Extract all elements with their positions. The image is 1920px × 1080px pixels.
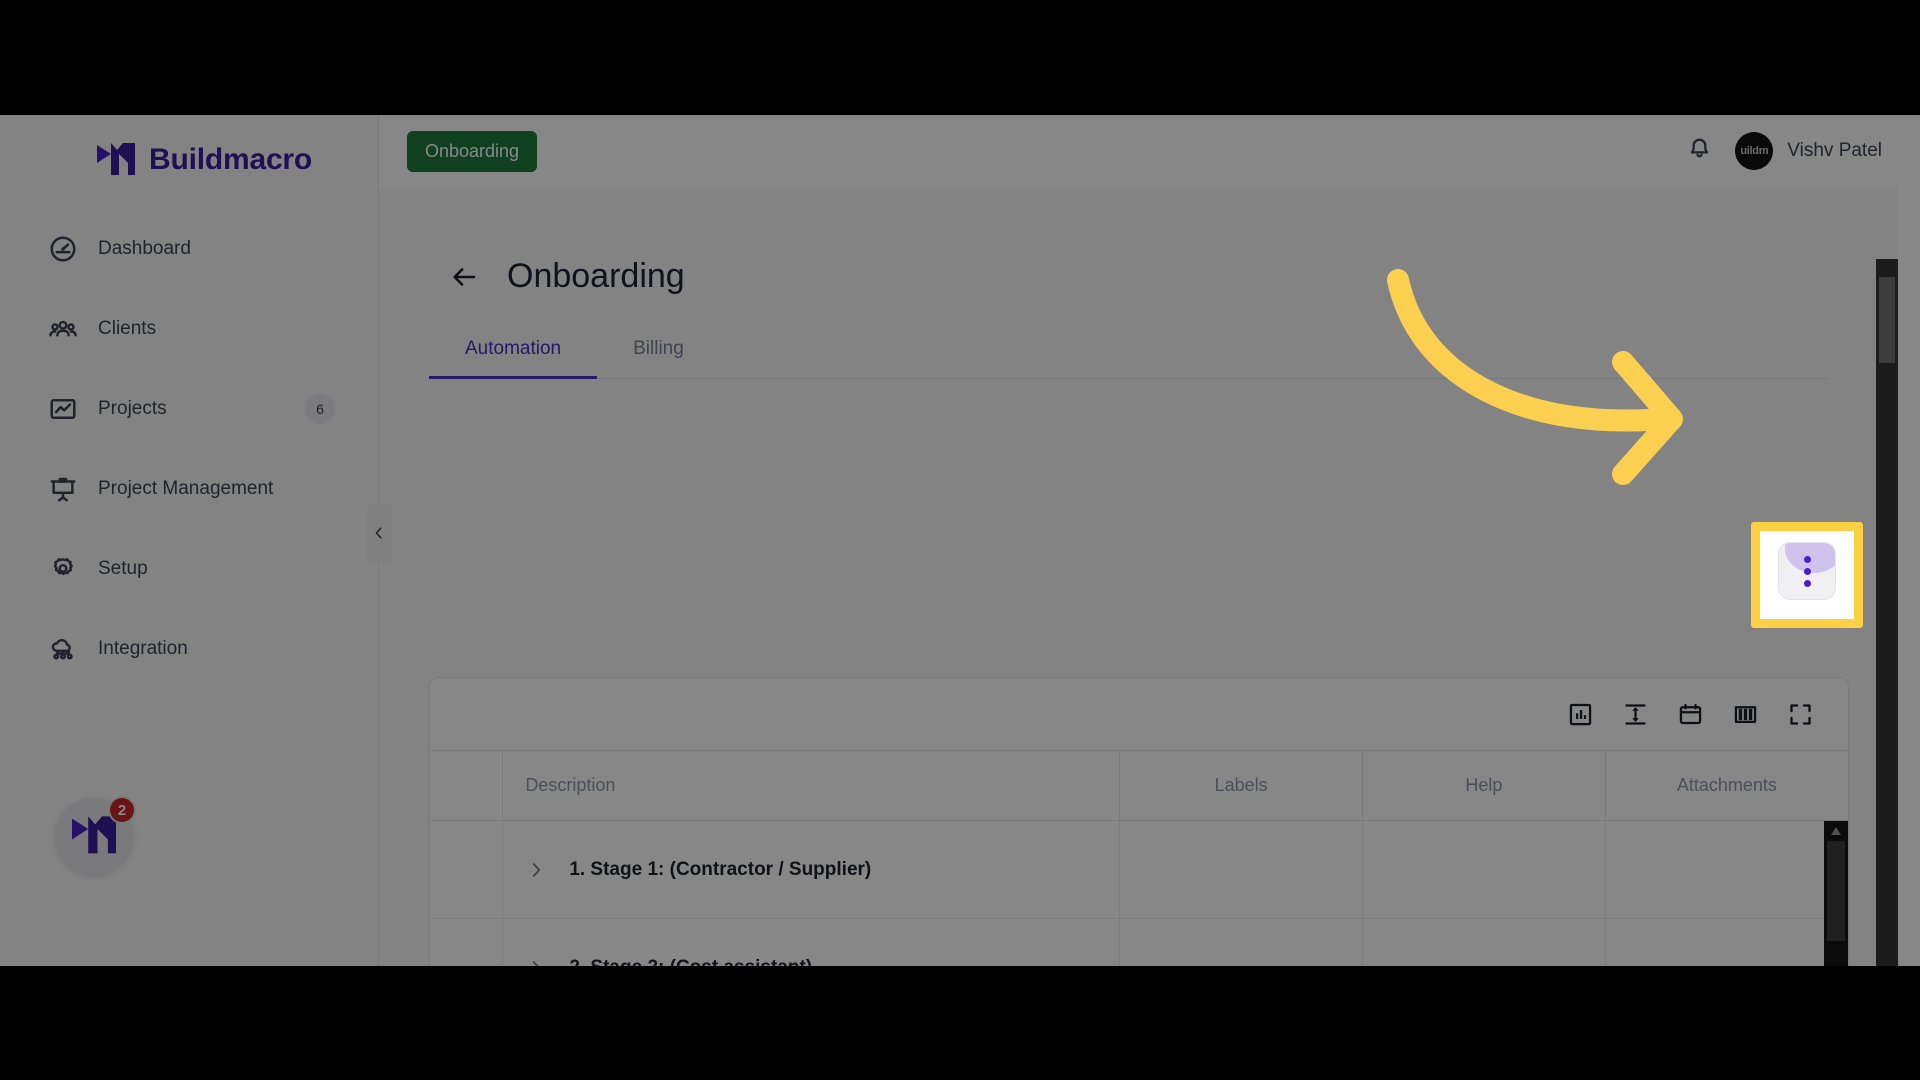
data-grid-card: Description Labels Help Attachments 1. S… (429, 677, 1849, 966)
header-row: Description Labels Help Attachments (430, 750, 1848, 821)
breadcrumb-chip[interactable]: Onboarding (407, 130, 538, 172)
sidebar-nav: Dashboard Clients Projects 6 Project Man… (0, 221, 378, 677)
column-header-description[interactable]: Description (502, 750, 1121, 821)
grid-header: Description Labels Help Attachments (430, 750, 1848, 821)
kebab-dot (1803, 579, 1811, 587)
page-scrollbar[interactable] (1876, 259, 1898, 966)
row-description-cell: 1. Stage 1: (Contractor / Supplier) (502, 820, 1121, 919)
expand-row-button[interactable] (525, 859, 547, 881)
page-title: Onboarding (507, 257, 685, 295)
chart-icon[interactable] (1567, 701, 1594, 728)
row-actions-menu-wrapper (1751, 522, 1863, 628)
fullscreen-icon[interactable] (1787, 701, 1814, 728)
column-header-attachments[interactable]: Attachments (1605, 750, 1848, 821)
arrow-left-icon (449, 267, 479, 295)
column-header-help[interactable]: Help (1362, 750, 1606, 821)
row-handle-cell (430, 918, 504, 966)
row-attachments-cell (1605, 918, 1848, 966)
row-description-text: 1. Stage 1: (Contractor / Supplier) (569, 858, 872, 880)
column-header-handle[interactable] (430, 750, 504, 821)
top-bar-actions: uildm Vishv Patel (1686, 132, 1882, 170)
row-labels-cell (1119, 918, 1363, 966)
sidebar-badge-projects: 6 (305, 394, 335, 424)
page-scroll-thumb[interactable] (1879, 277, 1895, 363)
row-help-cell (1362, 820, 1606, 919)
row-description-cell: 2. Stage 2: (Cost assistant) (502, 918, 1121, 967)
grid-vertical-scrollbar[interactable] (1824, 821, 1848, 966)
row-labels-cell (1119, 820, 1363, 919)
screenshot-stage: Buildmacro Dashboard Clients Projects 6 … (0, 0, 1920, 1080)
sidebar-item-setup[interactable]: Setup (0, 541, 378, 597)
sidebar-item-projects[interactable]: Projects 6 (0, 381, 378, 437)
scroll-up-icon[interactable] (1824, 821, 1848, 841)
sidebar-collapse-button[interactable] (366, 505, 392, 563)
buildmacro-logo-icon (72, 816, 116, 854)
row-attachments-cell (1605, 820, 1848, 919)
avatar: uildm (1735, 132, 1774, 170)
gear-icon (48, 554, 78, 584)
chat-launcher-button[interactable]: 2 (56, 796, 136, 874)
sidebar-item-clients[interactable]: Clients (0, 301, 378, 357)
chat-unread-badge: 2 (108, 796, 136, 824)
calendar-icon[interactable] (1677, 701, 1704, 728)
table-row[interactable]: 2. Stage 2: (Cost assistant) (430, 918, 1848, 967)
user-name: Vishv Patel (1787, 140, 1882, 161)
cloud-network-icon (48, 634, 78, 664)
sidebar: Buildmacro Dashboard Clients Projects 6 … (0, 115, 379, 966)
grid-toolbar (430, 678, 1848, 750)
brand-name: Buildmacro (149, 143, 313, 176)
application-window: Buildmacro Dashboard Clients Projects 6 … (0, 115, 1920, 966)
chart-box-icon (48, 394, 78, 424)
row-handle-cell (430, 820, 504, 919)
main-content: Onboarding Automation Billing Descriptio… (379, 187, 1898, 966)
buildmacro-logo-icon (97, 143, 135, 177)
chevron-left-icon (370, 524, 388, 545)
table-row[interactable]: 1. Stage 1: (Contractor / Supplier) (430, 820, 1848, 919)
page-header: Onboarding (379, 187, 1898, 296)
more-vertical-icon[interactable] (1778, 542, 1836, 600)
brand: Buildmacro (0, 115, 378, 177)
kebab-dot (1803, 555, 1811, 563)
row-height-icon[interactable] (1622, 701, 1649, 728)
row-help-cell (1362, 918, 1606, 966)
user-menu[interactable]: uildm Vishv Patel (1735, 132, 1882, 170)
sidebar-item-label: Projects (98, 398, 167, 419)
tab-billing[interactable]: Billing (597, 338, 720, 379)
sidebar-item-project-management[interactable]: Project Management (0, 461, 378, 517)
sidebar-item-integration[interactable]: Integration (0, 621, 378, 677)
bell-icon[interactable] (1686, 135, 1713, 167)
sidebar-item-label: Integration (98, 638, 188, 659)
back-button[interactable] (449, 262, 479, 292)
users-icon (48, 314, 78, 344)
column-header-labels[interactable]: Labels (1119, 750, 1363, 821)
tab-automation[interactable]: Automation (429, 338, 598, 379)
expand-row-button[interactable] (525, 957, 547, 966)
sidebar-item-label: Clients (98, 318, 157, 339)
grid-vertical-scroll-thumb[interactable] (1827, 841, 1845, 941)
kebab-dot (1803, 567, 1811, 575)
data-grid: Description Labels Help Attachments 1. S… (430, 750, 1848, 966)
grid-body: 1. Stage 1: (Contractor / Supplier) (430, 820, 1848, 967)
top-bar: Onboarding uildm Vishv Patel (379, 115, 1920, 187)
presentation-board-icon (48, 474, 78, 504)
speedometer-icon (48, 234, 78, 264)
sidebar-item-label: Dashboard (98, 238, 191, 259)
sidebar-item-dashboard[interactable]: Dashboard (0, 221, 378, 277)
tab-bar: Automation Billing (429, 338, 1829, 379)
row-description-text: 2. Stage 2: (Cost assistant) (569, 957, 812, 967)
columns-icon[interactable] (1732, 701, 1759, 728)
sidebar-item-label: Project Management (98, 478, 274, 499)
sidebar-item-label: Setup (98, 558, 148, 579)
chevron-right-icon (525, 862, 547, 884)
